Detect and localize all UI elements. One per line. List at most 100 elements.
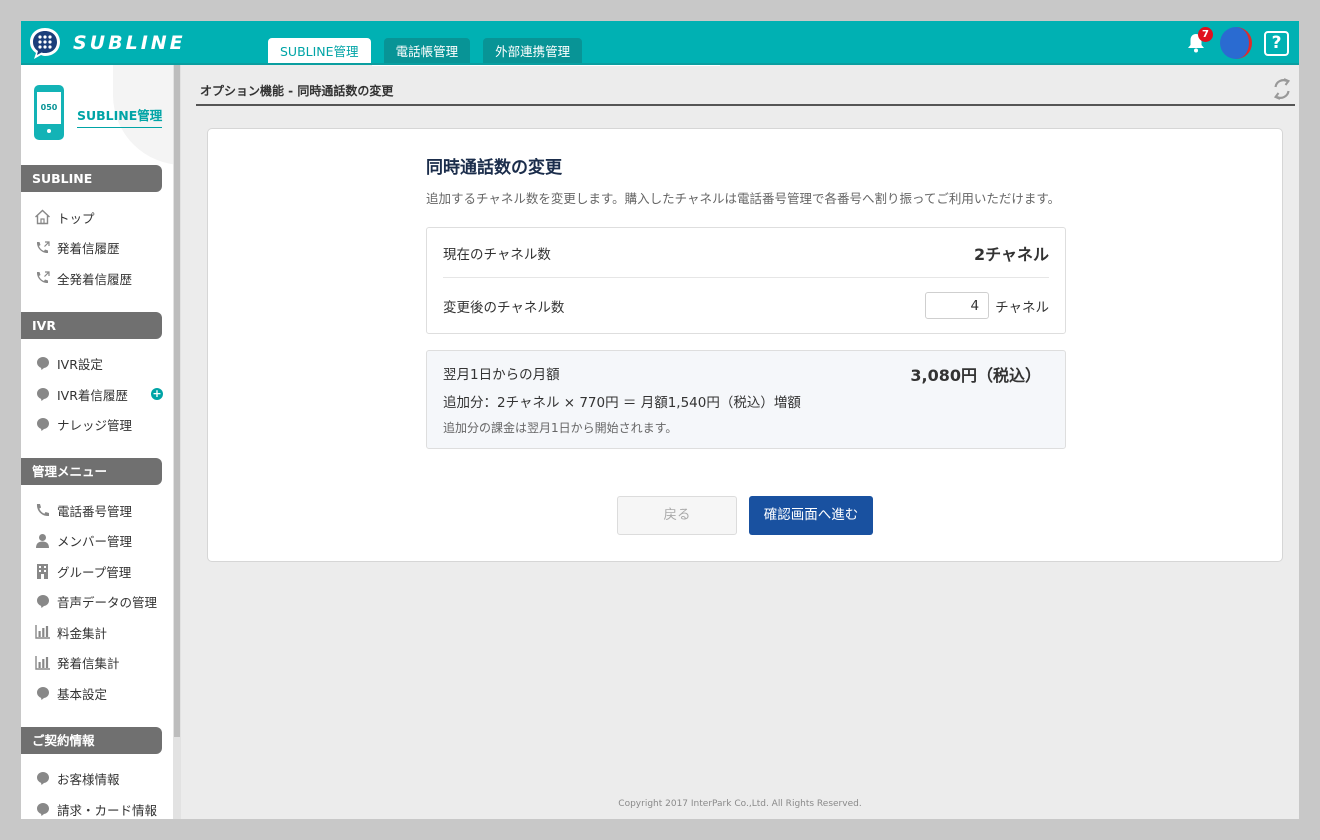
- expand-plus-icon[interactable]: +: [151, 388, 163, 400]
- page-description: 追加するチャネル数を変更します。購入したチャネルは電話番号管理で各番号へ割り振っ…: [426, 191, 1061, 206]
- home-icon: [34, 209, 51, 226]
- form-actions: 戻る 確認画面へ進む: [617, 496, 873, 535]
- back-button[interactable]: 戻る: [617, 496, 737, 535]
- sidebar-item-label: 請求・カード情報: [57, 802, 158, 818]
- channel-box: 現在のチャネル数 2チャネル 変更後のチャネル数 チャネル: [426, 227, 1066, 334]
- sidebar-item-label: メンバー管理: [57, 534, 133, 550]
- addition-breakdown: 追加分：2チャネル × 770円 ＝ 月額1,540円（税込）増額: [443, 395, 801, 411]
- sidebar-item-label: 発着信集計: [57, 656, 120, 672]
- phone-arrow-icon: [34, 239, 51, 256]
- sidebar-item-label: 料金集計: [57, 625, 108, 641]
- sidebar-item-label: 発着信履歴: [57, 241, 120, 257]
- phone-arrow-icon: [34, 270, 51, 287]
- current-channel-label: 現在のチャネル数: [443, 246, 551, 263]
- tab-phonebook[interactable]: 電話帳管理: [383, 38, 471, 65]
- sidebar-header: 050 SUBLINE管理: [21, 65, 173, 165]
- sidebar-item-ivr-settings[interactable]: IVR設定: [21, 349, 173, 380]
- speech-bubble-icon: [34, 355, 51, 372]
- sidebar-scrollbar-thumb[interactable]: [174, 65, 180, 737]
- user-avatar[interactable]: [1220, 27, 1252, 59]
- section-header-subline: SUBLINE: [21, 165, 162, 192]
- brand-name: SUBLINE: [73, 32, 186, 54]
- phone-icon: [34, 502, 51, 519]
- section-header-admin-menu: 管理メニュー: [21, 458, 162, 485]
- building-icon: [34, 563, 51, 580]
- sidebar-item-phone-numbers[interactable]: 電話番号管理: [21, 495, 173, 526]
- monthly-price: 3,080円（税込）: [910, 366, 1041, 385]
- sidebar-item-label: 全発着信履歴: [57, 271, 133, 287]
- section-header-contract-info: ご契約情報: [21, 726, 162, 754]
- current-channel-value: 2チャネル: [974, 244, 1049, 264]
- sidebar-item-label: IVR着信履歴: [57, 387, 128, 403]
- billing-note: 追加分の課金は翌月1日から開始されます。: [443, 421, 678, 435]
- sidebar-item-audio-data[interactable]: 音声データの管理: [21, 587, 173, 618]
- refresh-button[interactable]: [1272, 78, 1292, 100]
- refresh-icon: [1273, 78, 1291, 100]
- header-actions: 7 ?: [1186, 27, 1289, 59]
- sidebar-item-call-summary[interactable]: 発着信集計: [21, 648, 173, 679]
- pricing-box: 翌月1日からの月額 3,080円（税込） 追加分：2チャネル × 770円 ＝ …: [426, 350, 1066, 449]
- bar-chart-icon: [34, 654, 51, 671]
- speech-bubble-icon: [34, 593, 51, 610]
- phone-home-dot: [47, 129, 51, 133]
- sidebar: 050 SUBLINE管理 SUBLINE トップ 発着信履歴 全発着信履歴 I…: [21, 65, 173, 819]
- change-panel: 同時通話数の変更 追加するチャネル数を変更します。購入したチャネルは電話番号管理…: [207, 128, 1283, 562]
- notification-button[interactable]: 7: [1186, 27, 1213, 54]
- sidebar-item-knowledge[interactable]: ナレッジ管理: [21, 410, 173, 441]
- sidebar-item-label: トップ: [57, 210, 95, 226]
- new-channel-row: 変更後のチャネル数 チャネル: [443, 277, 1049, 333]
- subline-logo-icon: [27, 25, 63, 61]
- bar-chart-icon: [34, 624, 51, 641]
- sidebar-item-label: IVR設定: [57, 357, 103, 373]
- help-button[interactable]: ?: [1264, 30, 1289, 56]
- sidebar-item-basic-settings[interactable]: 基本設定: [21, 678, 173, 709]
- proceed-to-confirm-button[interactable]: 確認画面へ進む: [749, 496, 873, 535]
- sidebar-item-ivr-history[interactable]: IVR着信履歴 +: [21, 379, 173, 410]
- app-window: SUBLINE SUBLINE管理 電話帳管理 外部連携管理 7 ? 050 S…: [21, 21, 1299, 819]
- copyright: Copyright 2017 InterPark Co.,Ltd. All Ri…: [618, 799, 862, 809]
- menu-admin: 電話番号管理 メンバー管理 グループ管理 音声データの管理 料金集計 発着信集計…: [21, 485, 173, 727]
- sidebar-item-all-call-history[interactable]: 全発着信履歴: [21, 263, 173, 294]
- phone-icon: 050: [34, 85, 64, 140]
- sidebar-item-label: 電話番号管理: [57, 503, 133, 519]
- sidebar-item-billing-summary[interactable]: 料金集計: [21, 617, 173, 648]
- menu-subline: トップ 発着信履歴 全発着信履歴: [21, 192, 173, 312]
- top-header: SUBLINE SUBLINE管理 電話帳管理 外部連携管理 7 ?: [21, 21, 1299, 66]
- page-title: 同時通話数の変更: [426, 158, 562, 178]
- menu-ivr: IVR設定 IVR着信履歴 + ナレッジ管理: [21, 339, 173, 459]
- sidebar-item-members[interactable]: メンバー管理: [21, 526, 173, 557]
- form-container: 同時通話数の変更 追加するチャネル数を変更します。購入したチャネルは電話番号管理…: [426, 153, 1066, 449]
- sidebar-scrollbar[interactable]: [173, 65, 181, 819]
- tab-subline-admin[interactable]: SUBLINE管理: [268, 38, 371, 65]
- speech-bubble-icon: [34, 770, 51, 787]
- sidebar-item-call-history[interactable]: 発着信履歴: [21, 233, 173, 264]
- brand-logo[interactable]: SUBLINE: [27, 23, 186, 63]
- channel-quantity: チャネル: [925, 292, 1049, 319]
- top-tabs: SUBLINE管理 電話帳管理 外部連携管理: [268, 38, 595, 65]
- phone-screen-label: 050: [37, 92, 61, 124]
- sidebar-item-billing-card[interactable]: 請求・カード情報: [21, 794, 173, 819]
- sidebar-item-label: ナレッジ管理: [57, 418, 133, 434]
- sidebar-item-label: お客様情報: [57, 772, 120, 788]
- sidebar-item-label: 音声データの管理: [57, 595, 158, 611]
- speech-bubble-icon: [34, 685, 51, 702]
- main-content: オプション機能 - 同時通話数の変更 同時通話数の変更 追加するチャネル数を変更…: [181, 65, 1299, 819]
- sidebar-item-label: グループ管理: [57, 564, 132, 580]
- sidebar-item-top[interactable]: トップ: [21, 202, 173, 233]
- channel-unit: チャネル: [995, 299, 1049, 316]
- person-icon: [34, 532, 51, 549]
- sidebar-item-label: 基本設定: [57, 686, 108, 702]
- channel-count-input[interactable]: [925, 292, 990, 319]
- sidebar-item-groups[interactable]: グループ管理: [21, 556, 173, 587]
- breadcrumb-text: オプション機能 - 同時通話数の変更: [200, 84, 394, 98]
- notification-badge: 7: [1198, 27, 1213, 42]
- new-channel-label: 変更後のチャネル数: [443, 299, 565, 316]
- menu-contract: お客様情報 請求・カード情報: [21, 754, 173, 820]
- speech-bubble-icon: [34, 386, 51, 403]
- current-channel-row: 現在のチャネル数 2チャネル: [443, 228, 1049, 277]
- sidebar-title[interactable]: SUBLINE管理: [77, 105, 163, 128]
- speech-bubble-icon: [34, 416, 51, 433]
- section-header-ivr: IVR: [21, 311, 162, 339]
- sidebar-item-customer-info[interactable]: お客様情報: [21, 764, 173, 795]
- tab-external-integration[interactable]: 外部連携管理: [483, 38, 583, 65]
